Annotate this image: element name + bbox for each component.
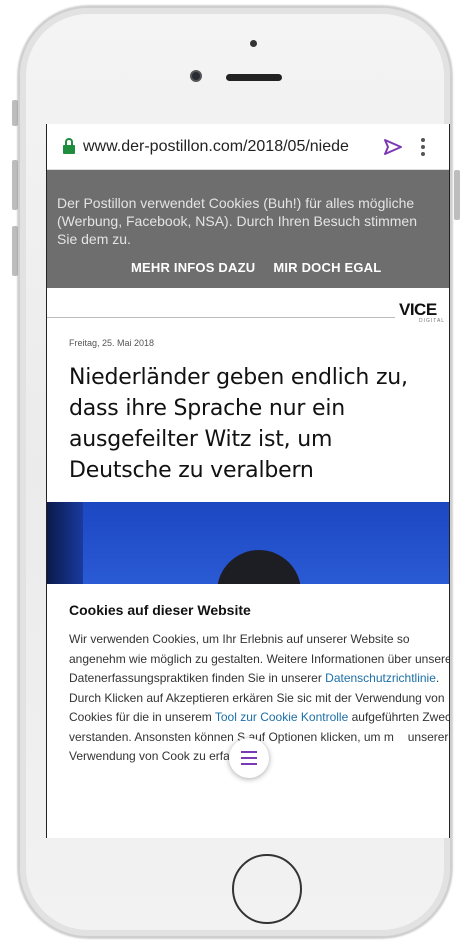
privacy-policy-link[interactable]: Datenschutzrichtlinie: [325, 671, 436, 685]
divider: [47, 317, 395, 318]
article-headline: Niederländer geben endlich zu, dass ihre…: [69, 365, 408, 483]
front-camera: [190, 70, 202, 82]
home-button[interactable]: [232, 854, 302, 924]
partner-logo-sub: DIGITAL: [419, 318, 446, 324]
cookie-banner-text: Der Postillon verwendet Cookies (Buh!) f…: [57, 195, 418, 247]
earpiece-speaker: [226, 74, 282, 81]
send-icon[interactable]: [383, 137, 403, 157]
screen: www.der-postillon.com/2018/05/niede Der …: [46, 124, 450, 838]
proximity-sensor: [250, 40, 257, 47]
article-date: Freitag, 25. Mai 2018: [69, 338, 155, 348]
power-button: [454, 170, 460, 220]
partner-row: VICE DIGITAL: [47, 300, 449, 324]
cookie-consent-modal: Cookies auf dieser Website Wir verwenden…: [47, 584, 449, 838]
url-text[interactable]: www.der-postillon.com/2018/05/niede: [83, 138, 373, 156]
hero-person: [217, 550, 301, 584]
cookie-banner: Der Postillon verwendet Cookies (Buh!) f…: [47, 170, 449, 288]
article-hero-image: [47, 502, 449, 584]
device-frame: www.der-postillon.com/2018/05/niede Der …: [0, 0, 466, 944]
cookie-modal-title: Cookies auf dieser Website: [69, 602, 251, 618]
more-vert-icon[interactable]: [421, 137, 425, 156]
browser-url-bar[interactable]: www.der-postillon.com/2018/05/niede: [47, 124, 449, 170]
more-info-button[interactable]: MEHR INFOS DAZU: [131, 260, 255, 275]
dismiss-cookie-button[interactable]: MIR DOCH EGAL: [273, 260, 381, 275]
menu-icon[interactable]: [229, 738, 269, 778]
partner-logo: VICE: [399, 300, 437, 319]
cookie-tool-link[interactable]: Tool zur Cookie Kontrolle: [215, 710, 348, 724]
lock-icon: [63, 137, 75, 154]
hero-shadow: [47, 502, 83, 584]
